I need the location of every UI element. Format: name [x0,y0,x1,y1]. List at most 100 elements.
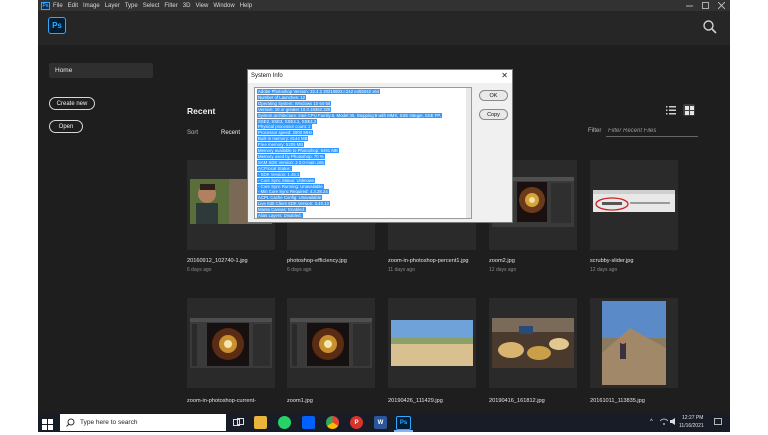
file-name: 20161011_113835.jpg [590,398,645,404]
info-line: Adobe Photoshop Version: 22.4.2 20210602… [257,89,381,94]
task-view-icon[interactable] [232,416,245,429]
info-line: Manta Canvas: Enabled. [257,207,307,213]
dialog-title: System Info [251,73,283,79]
list-view-icon[interactable] [665,104,677,116]
file-thumbnail[interactable] [187,298,275,388]
menu-type[interactable]: Type [125,3,138,9]
copy-button[interactable]: Copy [479,109,508,120]
search-icon [66,418,75,427]
file-name: zoom2.jpg [489,258,515,264]
info-line: Number of Launches: 12 [257,94,307,100]
photoshop-logo: Ps [48,17,66,34]
file-name: zoom-in-photoshop-percent1.jpg [388,258,469,264]
photoshop-window: Ps File Edit Image Layer Type Select Fil… [38,0,730,432]
file-name: zoom1.jpg [287,398,313,404]
info-line: Operating System: Windows 10 64-bit [257,100,332,106]
info-line: Alias Layers: Disabled. [257,213,303,219]
menu-filter[interactable]: Filter [164,3,177,9]
notifications-icon[interactable] [714,418,722,428]
file-thumbnail[interactable] [287,298,375,388]
info-line: - Min Core Sync Required: 4.3.28.24 [257,189,329,195]
info-line: System architecture: Intel CPU Family:6,… [257,112,442,118]
info-line: ACP.local Status: [257,165,292,171]
file-name: scrubby-slider.jpg [590,258,634,264]
sort-label: Sort [187,130,199,136]
close-icon[interactable]: ✕ [501,71,508,80]
file-name: 20160912_102740-1.jpg [187,258,248,264]
dialog-titlebar[interactable]: System Info ✕ [248,70,512,83]
file-thumbnail[interactable] [489,298,577,388]
file-name: photoshop-efficiency.jpg [287,258,347,264]
clock-time[interactable]: 12:27 PM [682,415,703,421]
menu-bar: Ps File Edit Image Layer Type Select Fil… [38,0,730,11]
menu-select[interactable]: Select [143,3,160,9]
maximize-icon[interactable] [698,0,712,11]
file-thumbnail[interactable] [388,298,476,388]
filter-label: Filter [588,128,602,134]
info-line: - Core Sync Running: Unavailable [257,183,324,189]
grid-view-icon[interactable] [683,104,695,116]
menu-3d[interactable]: 3D [183,3,191,9]
file-explorer-icon[interactable] [254,416,267,429]
info-line: Processor speed: 2900 MHz [257,130,314,136]
info-line: ACPL Cache Config: Unavailable [257,195,323,201]
photoshop-taskbar-icon[interactable]: Ps [396,416,411,430]
dialog-scrollbar[interactable] [466,88,471,218]
info-line: Version: 10 or greater 10.0.18362.329 [257,106,332,112]
info-line: Physical processor count: 2 [257,124,312,130]
file-age: 6 days ago [287,267,312,273]
home-button[interactable]: Home [49,63,153,78]
menu-image[interactable]: Image [83,3,100,9]
volume-icon[interactable] [670,418,678,427]
menu-help[interactable]: Help [240,3,252,9]
network-icon[interactable] [659,418,669,427]
info-line: SSE2, SSE3, SSE4.1, SSE4.2 [257,118,318,124]
open-button[interactable]: Open [49,120,83,133]
info-line: Memory used by Photoshop: 70 % [257,153,325,159]
tray-chevron-icon[interactable]: ^ [650,419,653,425]
info-line: - Core Sync Status: Unknown [257,177,316,183]
system-info-dialog: System Info ✕ Adobe Photoshop Version: 2… [247,69,513,223]
menu-window[interactable]: Window [213,3,234,9]
minimize-icon[interactable] [682,0,696,11]
menu-edit[interactable]: Edit [68,3,78,9]
info-line: SAM SDK Version: 2.0.0-main.165 [257,159,325,165]
file-thumbnail[interactable] [590,298,678,388]
windows-start-icon[interactable] [42,417,53,430]
file-thumbnail[interactable] [590,160,678,250]
info-line: Live Edit Client SDK Version: 3.40.13 [257,201,330,207]
menu-view[interactable]: View [195,3,208,9]
windows-taskbar: Type here to search P W Ps ^ 12:27 PM 11… [38,413,730,432]
system-info-text-box[interactable]: Adobe Photoshop Version: 22.4.2 20210602… [254,87,472,219]
info-line: Built-in memory: 8144 MB [257,136,309,142]
file-name: 20190416_161812.jpg [489,398,545,404]
file-age: 12 days ago [489,267,517,273]
menu-layer[interactable]: Layer [105,3,120,9]
word-icon[interactable]: W [374,416,387,429]
info-line: Free memory: 5205 MB [257,142,305,148]
info-line: Memory available to Photoshop: 5491 MB [257,148,339,154]
create-new-button[interactable]: Create new [49,97,95,110]
home-header: Ps [38,11,730,45]
file-name: 20190426_111429.jpg [388,398,443,404]
photoshop-mini-icon: Ps [41,1,50,10]
file-age: 6 days ago [187,267,212,273]
taskbar-search-box[interactable]: Type here to search [60,414,226,431]
pdf-app-icon[interactable]: P [350,416,363,429]
recent-heading: Recent [187,106,216,116]
chrome-icon[interactable] [326,416,339,429]
ok-button[interactable]: OK [479,90,508,101]
sort-dropdown[interactable]: Recent [221,130,240,136]
dropbox-icon[interactable] [302,416,315,429]
search-icon[interactable] [702,19,718,35]
whatsapp-icon[interactable] [278,416,291,429]
clock-date[interactable]: 11/16/2021 [679,423,704,429]
info-line: - SDK Version: 1.45.1 [257,171,301,177]
file-age: 11 days ago [388,267,415,273]
filter-recent-files-input[interactable] [606,125,698,137]
menu-file[interactable]: File [53,3,63,9]
close-window-icon[interactable] [714,0,728,11]
file-name: zoom-in-photoshop-current- [187,398,257,404]
taskbar-search-placeholder: Type here to search [80,419,138,426]
file-age: 12 days ago [590,267,618,273]
